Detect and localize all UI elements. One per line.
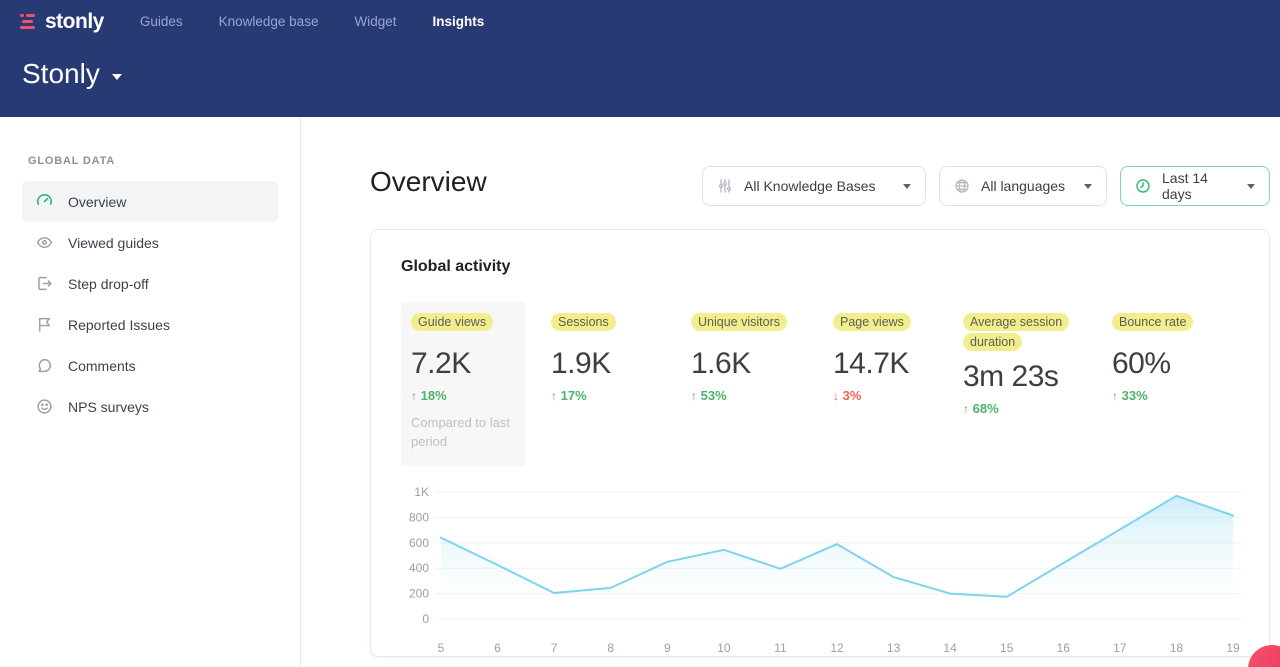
main-content: Overview All Knowledge Bases [301, 117, 1280, 667]
svg-text:6: 6 [494, 641, 501, 655]
svg-text:16: 16 [1057, 641, 1071, 655]
metric-delta: ↑ 53% [691, 388, 833, 403]
metric-label: Unique visitors [691, 313, 787, 331]
activity-area-chart[interactable]: 0 200 400 600 800 1K 5 6 7 8 9 10 11 12 13 14 15 16 17 18 19 [401, 480, 1241, 665]
card-title: Global activity [401, 258, 1239, 276]
svg-text:5: 5 [438, 641, 445, 655]
filters-bar: All Knowledge Bases All languages [702, 166, 1270, 206]
svg-text:11: 11 [774, 641, 787, 655]
languages-dropdown[interactable]: All languages [939, 166, 1107, 206]
metric-guide-views[interactable]: Guide views 7.2K ↑ 18% Compared to last … [401, 302, 526, 466]
metric-label: Average session duration [963, 313, 1069, 351]
stonly-logo-icon [20, 14, 37, 30]
svg-text:15: 15 [1000, 641, 1014, 655]
metric-label: Guide views [411, 313, 493, 331]
metric-label: Page views [833, 313, 911, 331]
stonly-logo[interactable]: stonly [20, 10, 104, 34]
svg-text:600: 600 [409, 535, 429, 549]
metric-value: 1.6K [691, 347, 833, 381]
nav-link-knowledge-base[interactable]: Knowledge base [219, 14, 319, 29]
metric-value: 14.7K [833, 347, 963, 381]
globe-icon [954, 178, 971, 195]
metric-sessions[interactable]: Sessions 1.9K ↑ 17% [551, 302, 691, 466]
metric-value: 1.9K [551, 347, 691, 381]
svg-text:8: 8 [607, 641, 614, 655]
metric-value: 60% [1112, 347, 1193, 381]
workspace-name: Stonly [22, 58, 100, 90]
sliders-icon [717, 178, 734, 195]
metric-delta: ↑ 17% [551, 388, 691, 403]
sidebar-item-label: Overview [68, 194, 126, 210]
top-header: stonly Guides Knowledge base Widget Insi… [0, 0, 1280, 117]
page-title: Overview [370, 166, 487, 198]
nav-link-guides[interactable]: Guides [140, 14, 183, 29]
svg-text:12: 12 [830, 641, 844, 655]
svg-text:200: 200 [409, 586, 429, 600]
svg-text:0: 0 [422, 612, 429, 626]
metric-delta: ↓ 3% [833, 388, 963, 403]
sidebar-item-label: Comments [68, 358, 136, 374]
sidebar-item-comments[interactable]: Comments [22, 345, 278, 386]
sidebar-item-label: NPS surveys [68, 399, 149, 415]
svg-text:7: 7 [551, 641, 558, 655]
comment-icon [36, 357, 53, 374]
sidebar-item-label: Step drop-off [68, 276, 149, 292]
sidebar-item-reported-issues[interactable]: Reported Issues [22, 304, 278, 345]
date-range-dropdown[interactable]: Last 14 days [1120, 166, 1270, 206]
svg-text:19: 19 [1226, 641, 1240, 655]
sidebar-item-nps-surveys[interactable]: NPS surveys [22, 386, 278, 427]
sidebar-section-label: GLOBAL DATA [28, 155, 300, 167]
metric-page-views[interactable]: Page views 14.7K ↓ 3% [833, 302, 963, 466]
metric-delta: ↑ 68% [963, 401, 1112, 416]
sidebar: GLOBAL DATA Overview Viewed guides [0, 117, 301, 667]
metrics-row: Guide views 7.2K ↑ 18% Compared to last … [401, 302, 1239, 466]
metric-value: 3m 23s [963, 360, 1112, 394]
svg-text:13: 13 [887, 641, 901, 655]
chevron-down-icon [1084, 184, 1092, 189]
chevron-down-icon [1247, 184, 1255, 189]
svg-text:800: 800 [409, 510, 429, 524]
svg-text:17: 17 [1113, 641, 1127, 655]
chevron-down-icon [903, 184, 911, 189]
step-exit-icon [36, 275, 53, 292]
top-nav: Guides Knowledge base Widget Insights [140, 14, 484, 29]
dropdown-value: All languages [981, 178, 1070, 194]
metric-label: Sessions [551, 313, 616, 331]
svg-text:14: 14 [943, 641, 957, 655]
clock-icon [1135, 178, 1152, 195]
workspace-selector[interactable]: Stonly [20, 34, 1260, 90]
gauge-icon [36, 193, 53, 210]
metric-delta: ↑ 33% [1112, 388, 1193, 403]
global-activity-card: Global activity Guide views 7.2K ↑ 18% C… [370, 229, 1270, 657]
sidebar-item-viewed-guides[interactable]: Viewed guides [22, 222, 278, 263]
svg-text:1K: 1K [414, 485, 429, 499]
metric-average-session-duration[interactable]: Average session duration 3m 23s ↑ 68% [963, 302, 1112, 466]
svg-text:9: 9 [664, 641, 671, 655]
nav-link-insights[interactable]: Insights [432, 14, 484, 29]
svg-text:10: 10 [717, 641, 731, 655]
svg-text:18: 18 [1170, 641, 1184, 655]
sidebar-item-label: Viewed guides [68, 235, 159, 251]
metric-label: Bounce rate [1112, 313, 1193, 331]
metric-bounce-rate[interactable]: Bounce rate 60% ↑ 33% [1112, 302, 1193, 466]
smiley-icon [36, 398, 53, 415]
svg-text:400: 400 [409, 561, 429, 575]
chevron-down-icon [112, 74, 122, 80]
sidebar-item-step-drop-off[interactable]: Step drop-off [22, 263, 278, 304]
dropdown-value: Last 14 days [1162, 170, 1233, 202]
metric-value: 7.2K [411, 347, 516, 381]
metric-delta: ↑ 18% [411, 388, 516, 403]
knowledge-bases-dropdown[interactable]: All Knowledge Bases [702, 166, 926, 206]
metric-compare-note: Compared to last period [411, 414, 519, 452]
metric-unique-visitors[interactable]: Unique visitors 1.6K ↑ 53% [691, 302, 833, 466]
sidebar-item-overview[interactable]: Overview [22, 181, 278, 222]
nav-link-widget[interactable]: Widget [354, 14, 396, 29]
eye-icon [36, 234, 53, 251]
dropdown-value: All Knowledge Bases [744, 178, 889, 194]
sidebar-item-label: Reported Issues [68, 317, 170, 333]
logo-text: stonly [45, 10, 104, 34]
flag-icon [36, 316, 53, 333]
